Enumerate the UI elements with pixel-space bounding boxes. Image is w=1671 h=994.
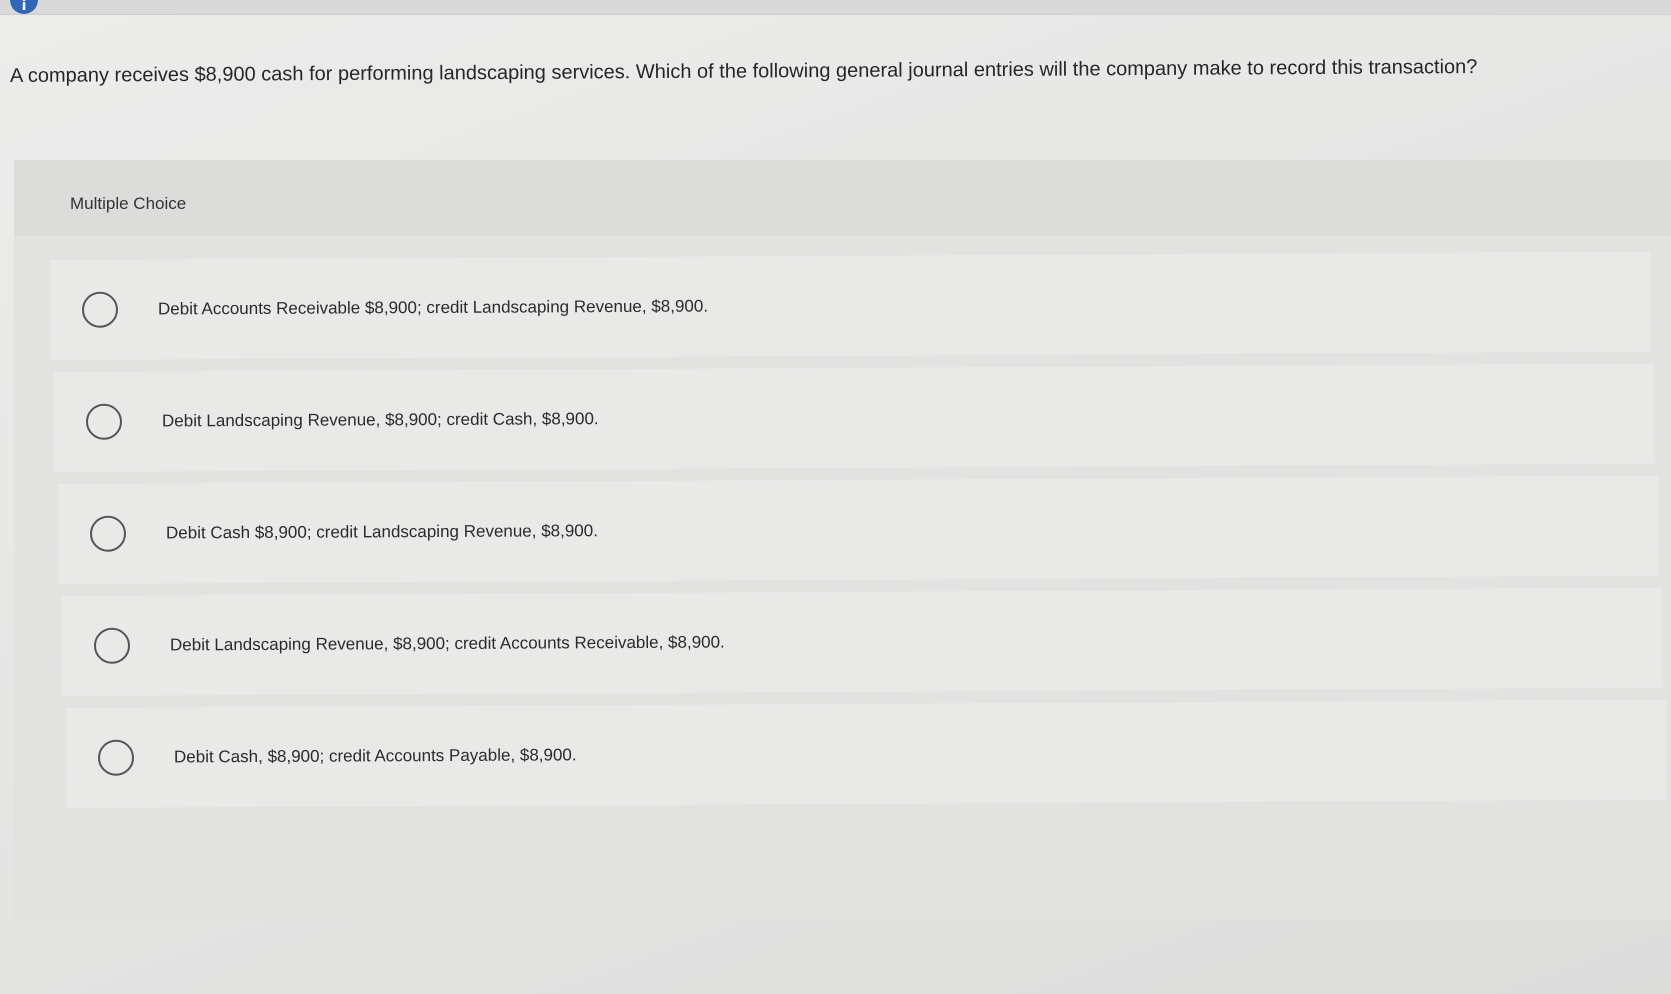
choice-label: Debit Landscaping Revenue, $8,900; credi… bbox=[161, 409, 599, 431]
radio-icon[interactable] bbox=[93, 627, 131, 664]
radio-icon[interactable] bbox=[97, 739, 135, 776]
multiple-choice-panel: Multiple Choice Debit Accounts Receivabl… bbox=[14, 160, 1671, 920]
choice-list: Debit Accounts Receivable $8,900; credit… bbox=[14, 160, 1671, 920]
choice-label: Debit Cash, $8,900; credit Accounts Paya… bbox=[173, 745, 577, 767]
choice-option-4[interactable]: Debit Landscaping Revenue, $8,900; credi… bbox=[61, 587, 1663, 696]
choice-label: Debit Accounts Receivable $8,900; credit… bbox=[157, 296, 709, 319]
choice-label: Debit Cash $8,900; credit Landscaping Re… bbox=[165, 521, 598, 543]
top-toolbar-strip bbox=[0, 0, 1671, 15]
choice-option-3[interactable]: Debit Cash $8,900; credit Landscaping Re… bbox=[57, 475, 1659, 584]
radio-icon[interactable] bbox=[81, 291, 119, 328]
choice-option-1[interactable]: Debit Accounts Receivable $8,900; credit… bbox=[49, 251, 1651, 360]
choice-label: Debit Landscaping Revenue, $8,900; credi… bbox=[169, 632, 725, 655]
radio-icon[interactable] bbox=[89, 515, 127, 552]
radio-icon[interactable] bbox=[85, 403, 123, 440]
choice-option-5[interactable]: Debit Cash, $8,900; credit Accounts Paya… bbox=[65, 699, 1667, 808]
choice-option-2[interactable]: Debit Landscaping Revenue, $8,900; credi… bbox=[53, 363, 1655, 472]
question-text: A company receives $8,900 cash for perfo… bbox=[9, 56, 1478, 87]
